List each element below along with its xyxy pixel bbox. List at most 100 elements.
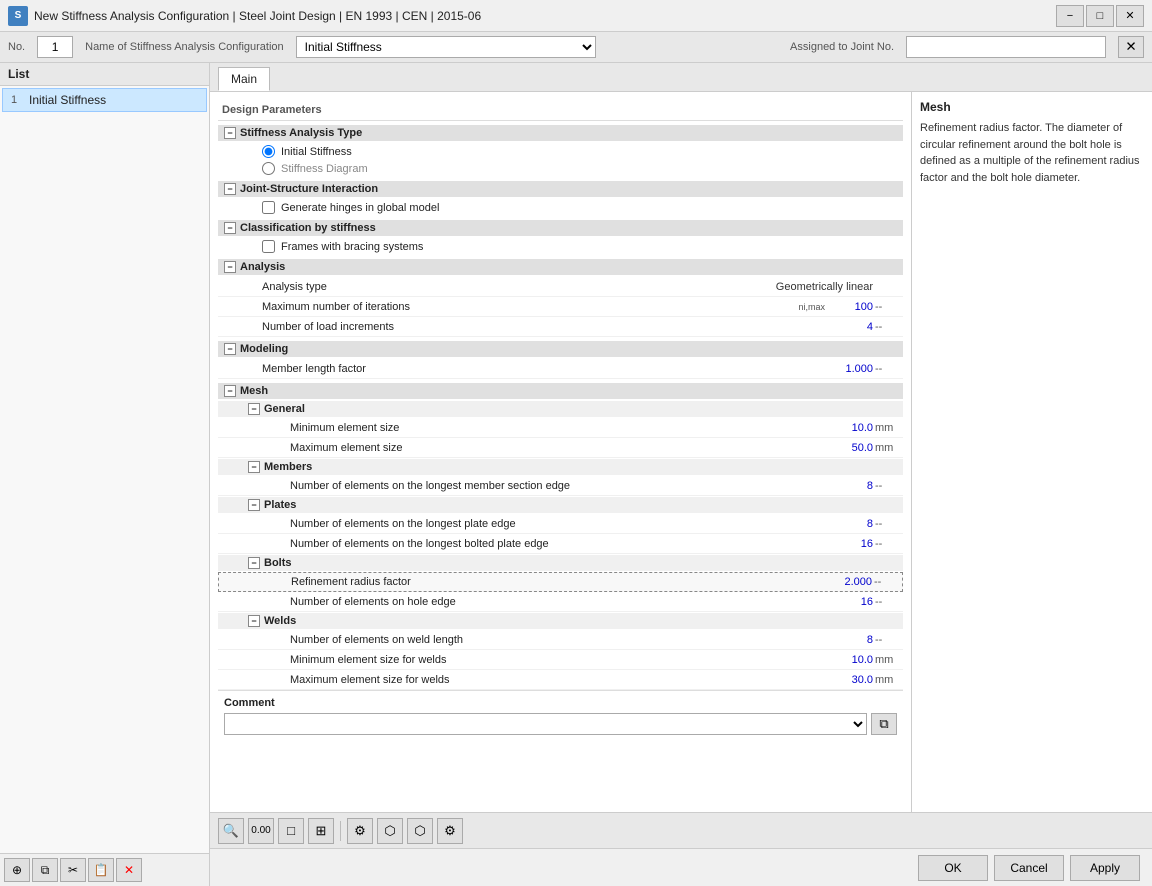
split-content: Design Parameters − Stiffness Analysis T… (210, 92, 1152, 812)
window-controls: − □ ✕ (1056, 5, 1144, 27)
min-element-value: 10.0 (825, 422, 875, 434)
grid-button[interactable]: ⊞ (308, 818, 334, 844)
search-button[interactable]: 🔍 (218, 818, 244, 844)
collapse-joint-structure[interactable]: − (224, 183, 236, 195)
assigned-btn[interactable]: ✕ (1118, 36, 1144, 58)
apply-button[interactable]: Apply (1070, 855, 1140, 881)
modeling-label: Modeling (240, 343, 288, 355)
right-panel: Main Design Parameters − Stiffness Analy… (210, 63, 1152, 886)
bolts-header: − Bolts (218, 555, 903, 571)
bolts-radius-label: Refinement radius factor (291, 576, 824, 588)
app-icon: S (8, 6, 28, 26)
settings-button[interactable]: ⚙ (347, 818, 373, 844)
bottom-toolbar: 🔍 0.00 □ ⊞ ⚙ ⬡ ⬡ ⚙ (210, 812, 1152, 848)
add-button[interactable]: ⊕ (4, 858, 30, 882)
collapse-members[interactable]: − (248, 461, 260, 473)
welds-length-unit: -- (875, 634, 899, 646)
welds-length-row: Number of elements on weld length 8 -- (218, 630, 903, 650)
left-panel-toolbar: ⊕ ⧉ ✂ 📋 ✕ (0, 853, 209, 886)
collapse-stiffness-type[interactable]: − (224, 127, 236, 139)
max-element-unit: mm (875, 442, 899, 454)
assigned-input[interactable] (906, 36, 1106, 58)
list-item[interactable]: 1 Initial Stiffness (2, 88, 207, 112)
collapse-plates[interactable]: − (248, 499, 260, 511)
dialog-buttons: OK Cancel Apply (210, 848, 1152, 886)
members-longest-row: Number of elements on the longest member… (218, 476, 903, 496)
generate-hinges-checkbox[interactable] (262, 201, 275, 214)
copy-button[interactable]: ⧉ (32, 858, 58, 882)
mesh-label: Mesh (240, 385, 268, 397)
min-element-label: Minimum element size (290, 422, 825, 434)
members-label: Members (264, 461, 312, 473)
stiffness-diagram-radio[interactable] (262, 162, 275, 175)
welds-label: Welds (264, 615, 296, 627)
value-button[interactable]: 0.00 (248, 818, 274, 844)
config-header: No. 1 Name of Stiffness Analysis Configu… (0, 32, 1152, 63)
minimize-button[interactable]: − (1056, 5, 1084, 27)
separator1 (340, 821, 341, 841)
plates-longest-value: 8 (825, 518, 875, 530)
close-button[interactable]: ✕ (1116, 5, 1144, 27)
hex1-button[interactable]: ⬡ (377, 818, 403, 844)
generate-hinges-row: Generate hinges in global model (218, 199, 903, 216)
list-header: List (0, 63, 209, 86)
list-item-number: 1 (11, 94, 25, 106)
assigned-label: Assigned to Joint No. (790, 41, 894, 53)
min-element-row: Minimum element size 10.0 mm (218, 418, 903, 438)
welds-length-label: Number of elements on weld length (290, 634, 825, 646)
comment-label: Comment (224, 697, 897, 709)
welds-max-value: 30.0 (825, 674, 875, 686)
delete-button[interactable]: ✕ (116, 858, 142, 882)
no-input[interactable]: 1 (37, 36, 73, 58)
analysis-label: Analysis (240, 261, 285, 273)
comment-row: ⧉ (224, 713, 897, 735)
joint-structure-label: Joint-Structure Interaction (240, 183, 378, 195)
collapse-welds[interactable]: − (248, 615, 260, 627)
main-container: No. 1 Name of Stiffness Analysis Configu… (0, 32, 1152, 886)
comment-copy-button[interactable]: ⧉ (871, 713, 897, 735)
bolts-hole-unit: -- (875, 596, 899, 608)
plates-bolted-row: Number of elements on the longest bolted… (218, 534, 903, 554)
initial-stiffness-label: Initial Stiffness (281, 146, 352, 158)
bolts-hole-label: Number of elements on hole edge (290, 596, 825, 608)
initial-stiffness-radio[interactable] (262, 145, 275, 158)
cancel-button[interactable]: Cancel (994, 855, 1064, 881)
load-increments-label: Number of load increments (262, 321, 825, 333)
form-panel: Design Parameters − Stiffness Analysis T… (210, 92, 912, 812)
collapse-analysis[interactable]: − (224, 261, 236, 273)
cut-button[interactable]: ✂ (60, 858, 86, 882)
joint-structure-header: − Joint-Structure Interaction (218, 181, 903, 197)
stiffness-analysis-type-label: Stiffness Analysis Type (240, 127, 362, 139)
stiffness-diagram-radio-row: Stiffness Diagram (218, 160, 903, 177)
collapse-classification[interactable]: − (224, 222, 236, 234)
bolts-radius-row: Refinement radius factor 2.000 -- (218, 572, 903, 592)
paste-button[interactable]: 📋 (88, 858, 114, 882)
collapse-modeling[interactable]: − (224, 343, 236, 355)
collapse-mesh[interactable]: − (224, 385, 236, 397)
modeling-header: − Modeling (218, 341, 903, 357)
maximize-button[interactable]: □ (1086, 5, 1114, 27)
name-select[interactable]: Initial Stiffness (296, 36, 596, 58)
tab-main[interactable]: Main (218, 67, 270, 91)
window-title: New Stiffness Analysis Configuration | S… (34, 9, 481, 23)
collapse-bolts[interactable]: − (248, 557, 260, 569)
plates-bolted-value: 16 (825, 538, 875, 550)
welds-header: − Welds (218, 613, 903, 629)
info-panel-text: Refinement radius factor. The diameter o… (920, 120, 1144, 186)
design-params-header: Design Parameters (218, 100, 903, 121)
frames-bracing-checkbox[interactable] (262, 240, 275, 253)
frames-bracing-label: Frames with bracing systems (281, 241, 423, 253)
plates-header: − Plates (218, 497, 903, 513)
hex2-button[interactable]: ⬡ (407, 818, 433, 844)
collapse-general[interactable]: − (248, 403, 260, 415)
config-button[interactable]: ⚙ (437, 818, 463, 844)
welds-max-label: Maximum element size for welds (290, 674, 825, 686)
comment-select[interactable] (224, 713, 867, 735)
list-item-label: Initial Stiffness (29, 93, 106, 107)
view-button[interactable]: □ (278, 818, 304, 844)
frames-bracing-row: Frames with bracing systems (218, 238, 903, 255)
title-bar: S New Stiffness Analysis Configuration |… (0, 0, 1152, 32)
ok-button[interactable]: OK (918, 855, 988, 881)
max-element-row: Maximum element size 50.0 mm (218, 438, 903, 458)
min-element-unit: mm (875, 422, 899, 434)
